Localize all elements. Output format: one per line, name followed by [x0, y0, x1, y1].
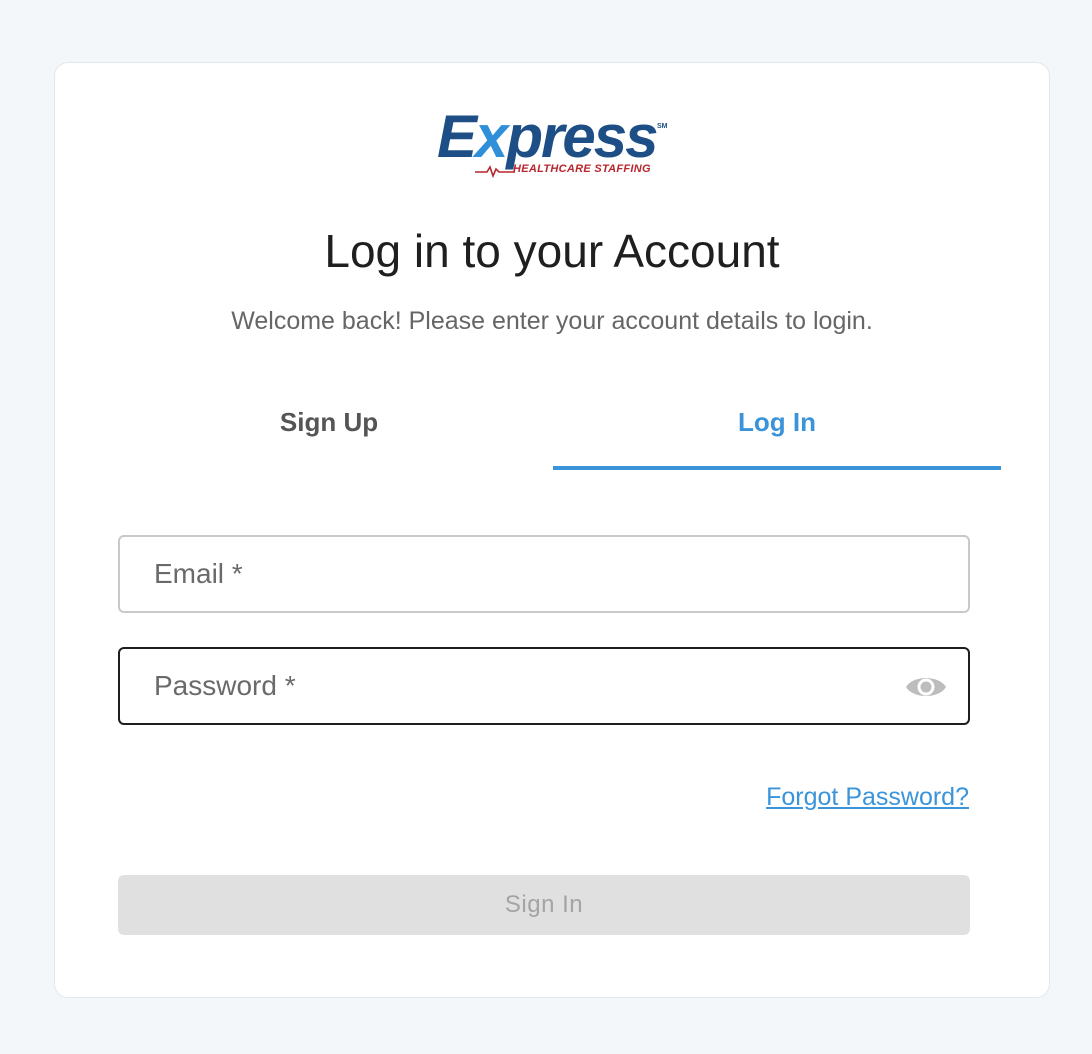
login-card: Express SM HEALTHCARE STAFFING Log in to…: [54, 62, 1050, 998]
password-field-container: [118, 647, 970, 725]
forgot-password-link[interactable]: Forgot Password?: [766, 783, 969, 812]
auth-tabs: Sign Up Log In: [105, 383, 1001, 471]
page-title: Log in to your Account: [324, 225, 780, 277]
heartbeat-icon: [475, 165, 515, 178]
email-input[interactable]: [120, 537, 968, 611]
email-field-container: [118, 535, 970, 613]
tab-log-in[interactable]: Log In: [553, 383, 1001, 471]
password-input[interactable]: [120, 649, 968, 723]
sign-in-button[interactable]: Sign In: [118, 875, 970, 935]
tab-sign-up[interactable]: Sign Up: [105, 383, 553, 471]
page-subtitle: Welcome back! Please enter your account …: [231, 307, 873, 335]
active-tab-indicator: [553, 466, 1001, 470]
eye-icon[interactable]: [904, 669, 948, 705]
express-logo: Express SM HEALTHCARE STAFFING: [435, 105, 675, 183]
